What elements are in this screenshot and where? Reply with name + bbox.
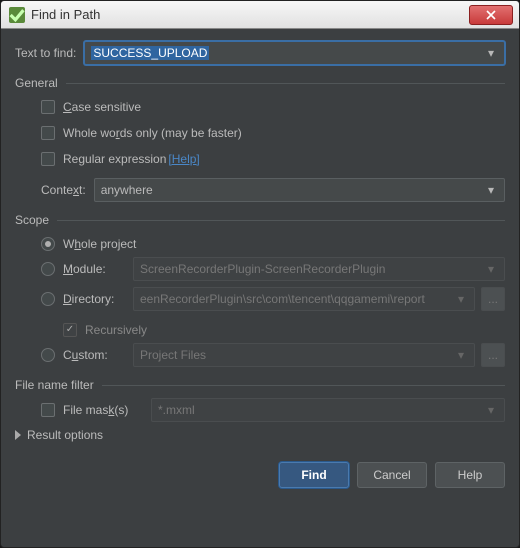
whole-words-label: Whole words only (may be faster) [63,126,242,140]
file-mask-value: *.mxml [158,403,195,417]
close-icon [486,10,496,20]
module-value: ScreenRecorderPlugin-ScreenRecorderPlugi… [140,262,385,276]
radio-icon [41,237,55,251]
checkbox-icon [41,100,55,114]
module-radio[interactable] [41,262,55,276]
window-title: Find in Path [31,7,469,22]
directory-label: Directory: [63,292,133,306]
directory-radio[interactable] [41,292,55,306]
checkbox-icon [41,126,55,140]
text-to-find-input[interactable]: SUCCESS_UPLOAD ▾ [84,41,505,65]
help-button[interactable]: Help [435,462,505,488]
custom-label: Custom: [63,348,133,362]
custom-scope-select: Project Files ▾ [133,343,475,367]
regex-label: Regular expression [63,152,166,166]
chevron-down-icon: ▾ [452,344,470,366]
chevron-down-icon: ▾ [482,179,500,201]
module-label: Module: [63,262,133,276]
chevron-down-icon: ▾ [452,288,470,310]
button-bar: Find Cancel Help [15,442,505,488]
ellipsis-icon: ... [488,292,498,306]
file-mask-input: *.mxml ▾ [151,398,505,422]
whole-words-checkbox[interactable]: Whole words only (may be faster) [41,120,505,146]
directory-browse-button: ... [481,287,505,311]
scope-group: Scope Whole project Module: ScreenRecord… [15,220,505,367]
custom-value: Project Files [140,348,206,362]
whole-project-radio[interactable]: Whole project [41,231,505,257]
context-value: anywhere [101,183,153,197]
directory-value: eenRecorderPlugin\src\com\tencent\qqgame… [140,292,425,306]
text-to-find-value: SUCCESS_UPLOAD [91,46,209,60]
whole-project-label: Whole project [63,237,136,251]
file-mask-checkbox[interactable] [41,403,55,417]
context-label: Context: [41,183,86,197]
ellipsis-icon: ... [488,348,498,362]
triangle-right-icon [15,430,21,440]
file-mask-label: File mask(s) [63,403,143,417]
recursively-label: Recursively [85,323,147,337]
custom-radio[interactable] [41,348,55,362]
find-button[interactable]: Find [279,462,349,488]
recursively-checkbox: Recursively [41,317,505,343]
dialog-content: Text to find: SUCCESS_UPLOAD ▾ General C… [1,29,519,502]
regex-help-link[interactable]: [Help] [168,152,199,166]
find-in-path-dialog: Find in Path Text to find: SUCCESS_UPLOA… [0,0,520,548]
case-sensitive-checkbox[interactable]: Case sensitive [41,94,505,120]
custom-browse-button: ... [481,343,505,367]
scope-legend: Scope [15,213,57,227]
result-options-toggle[interactable]: Result options [15,428,505,442]
chevron-down-icon: ▾ [482,42,500,64]
checkbox-icon [63,323,77,337]
titlebar: Find in Path [1,1,519,29]
directory-input: eenRecorderPlugin\src\com\tencent\qqgame… [133,287,475,311]
close-button[interactable] [469,5,513,25]
app-icon [9,7,25,23]
checkbox-icon [41,152,55,166]
regex-checkbox[interactable]: Regular expression [Help] [41,146,505,172]
general-group: General Case sensitive Whole words only … [15,83,505,202]
text-to-find-label: Text to find: [15,46,76,60]
chevron-down-icon: ▾ [482,399,500,421]
cancel-button[interactable]: Cancel [357,462,427,488]
context-select[interactable]: anywhere ▾ [94,178,505,202]
case-sensitive-label: Case sensitive [63,100,141,114]
result-options-label: Result options [27,428,103,442]
file-filter-legend: File name filter [15,378,102,392]
chevron-down-icon: ▾ [482,258,500,280]
module-select: ScreenRecorderPlugin-ScreenRecorderPlugi… [133,257,505,281]
general-legend: General [15,76,66,90]
text-to-find-row: Text to find: SUCCESS_UPLOAD ▾ [15,41,505,65]
file-filter-group: File name filter File mask(s) *.mxml ▾ [15,385,505,422]
